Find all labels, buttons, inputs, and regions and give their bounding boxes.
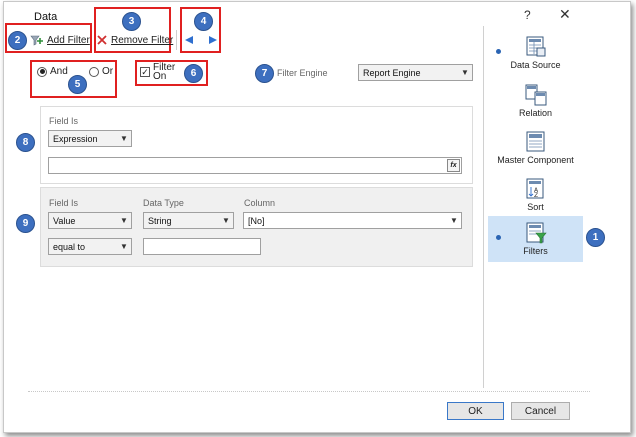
bottom-divider: [28, 391, 590, 392]
nav-item-filters[interactable]: Filters: [488, 216, 583, 262]
filter-on-checkbox[interactable]: ✓ Filter On: [140, 62, 176, 82]
chevron-down-icon: ▼: [120, 134, 128, 143]
chevron-down-icon: ▼: [450, 216, 458, 225]
remove-filter-button[interactable]: Remove Filter: [96, 34, 173, 46]
filter1-field-is-label: Field Is: [49, 116, 79, 126]
nav-item-label: Relation: [518, 108, 553, 118]
active-filter-dot: [496, 235, 501, 240]
callout-badge-4: 4: [194, 12, 213, 31]
callout-badge-3: 3: [122, 12, 141, 31]
filter1-expression-input[interactable]: [48, 157, 462, 174]
ok-button[interactable]: OK: [447, 402, 504, 420]
filters-icon: [525, 222, 547, 244]
cancel-button[interactable]: Cancel: [511, 402, 570, 420]
chevron-down-icon: ▼: [222, 216, 230, 225]
or-radio-circle: [89, 66, 99, 77]
filter2-field-is-select[interactable]: Value ▼: [48, 212, 132, 229]
master-component-icon: [525, 131, 547, 153]
nav-item-master-component[interactable]: Master Component: [488, 131, 583, 175]
nav-item-label: Filters: [523, 246, 548, 256]
filter2-field-is-label: Field Is: [49, 198, 79, 208]
and-radio-circle: [37, 66, 47, 77]
toolbar-separator: [176, 30, 177, 50]
filter-engine-label: Filter Engine: [277, 68, 328, 78]
move-right-button[interactable]: [207, 36, 217, 47]
function-icon: fx: [450, 162, 457, 169]
relation-icon: [525, 84, 547, 106]
nav-item-relation[interactable]: Relation: [488, 84, 583, 128]
expression-editor-button[interactable]: fx: [447, 159, 460, 172]
add-filter-icon: [30, 35, 43, 46]
remove-filter-icon: [97, 35, 107, 45]
filter2-column-value: [No]: [248, 215, 265, 226]
data-source-icon: [525, 36, 547, 58]
callout-badge-6: 6: [184, 64, 203, 83]
filter2-column-label: Column: [244, 198, 276, 208]
filter2-data-type-value: String: [148, 215, 172, 226]
nav-item-label: Sort: [527, 202, 544, 212]
move-right-icon: [209, 36, 217, 44]
help-button[interactable]: ?: [524, 8, 531, 22]
or-radio[interactable]: Or: [89, 66, 113, 77]
nav-item-label: Data Source: [510, 60, 561, 70]
move-left-icon: [185, 36, 193, 44]
chevron-down-icon: ▼: [120, 216, 128, 225]
filter-on-label: Filter On: [153, 62, 176, 82]
sort-icon: AZ: [525, 178, 547, 200]
nav-item-data-source[interactable]: Data Source: [488, 36, 583, 80]
nav-item-label: Master Component: [497, 155, 574, 165]
callout-badge-8: 8: [16, 133, 35, 152]
data-dialog: Data ? ✕ 2 3 4 Add Filter Remove Filter …: [3, 1, 631, 433]
filter-on-check-box: ✓: [140, 66, 150, 77]
remove-filter-label: Remove Filter: [111, 34, 174, 46]
filter2-condition-select[interactable]: equal to ▼: [48, 238, 132, 255]
and-radio[interactable]: And: [37, 66, 68, 77]
filter2-column-select[interactable]: [No] ▼: [243, 212, 462, 229]
callout-badge-9: 9: [16, 214, 35, 233]
and-radio-label: And: [50, 66, 68, 77]
callout-badge-2: 2: [8, 31, 27, 50]
svg-text:Z: Z: [534, 192, 538, 199]
chevron-down-icon: ▼: [461, 68, 469, 77]
filter2-condition-value: equal to: [53, 241, 86, 252]
callout-badge-5: 5: [68, 75, 87, 94]
active-source-dot: [496, 49, 501, 54]
add-filter-button[interactable]: Add Filter: [30, 34, 90, 46]
filter2-value-input[interactable]: [143, 238, 261, 255]
filter1-field-is-value: Expression: [53, 133, 98, 144]
dialog-title: Data: [34, 11, 58, 23]
add-filter-label: Add Filter: [47, 34, 90, 46]
nav-divider: [483, 26, 484, 388]
close-icon[interactable]: ✕: [559, 6, 571, 23]
filter1-field-is-select[interactable]: Expression ▼: [48, 130, 132, 147]
callout-badge-1: 1: [586, 228, 605, 247]
chevron-down-icon: ▼: [120, 242, 128, 251]
callout-badge-7: 7: [255, 64, 274, 83]
filter-engine-select[interactable]: Report Engine ▼: [358, 64, 473, 81]
move-left-button[interactable]: [185, 36, 195, 47]
filter2-field-is-value: Value: [53, 215, 76, 226]
filter2-data-type-label: Data Type: [143, 198, 184, 208]
filter-engine-value: Report Engine: [363, 67, 421, 78]
filter2-data-type-select[interactable]: String ▼: [143, 212, 234, 229]
or-radio-label: Or: [102, 66, 114, 77]
